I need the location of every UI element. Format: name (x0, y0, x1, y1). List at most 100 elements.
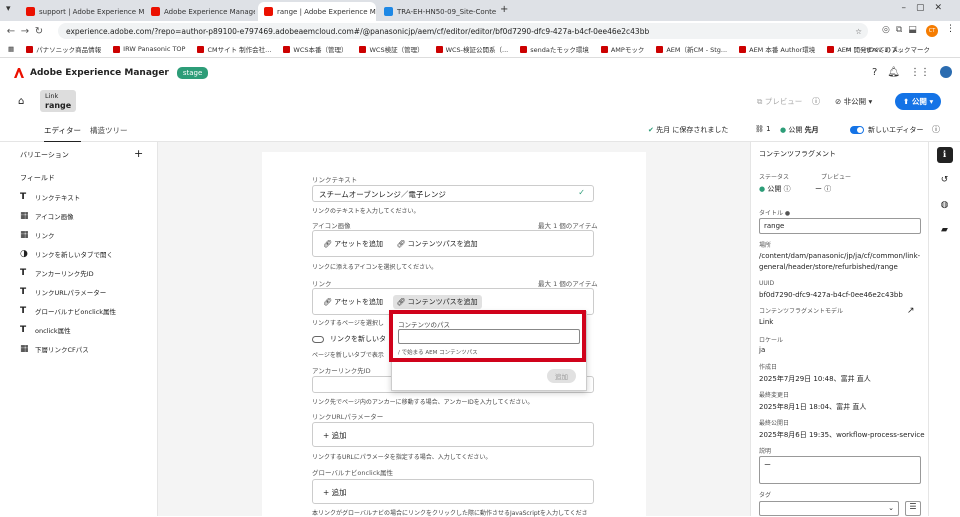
bookmark-item[interactable]: sendaたモック環境 (520, 44, 589, 54)
tab-editor[interactable]: エディター (44, 125, 81, 143)
title-label: タイトル ● (759, 210, 791, 217)
browser-tab-active[interactable]: range | Adobe Experience Man✕ (258, 2, 376, 21)
add-path-button[interactable]: 追加 (547, 369, 576, 383)
chevron-down-icon[interactable]: ⌄ (888, 504, 894, 512)
history-icon[interactable]: ↺ (937, 172, 953, 188)
browser-tab[interactable]: Adobe Experience Manager✕ (145, 2, 255, 21)
published-value: 2025年8月6日 19:35、workflow-process-service (759, 431, 925, 439)
new-editor-toggle[interactable]: 新しいエディター (850, 125, 924, 135)
field-list-item[interactable]: ◑ リンクを新しいタブで開く (20, 249, 158, 259)
field-list-item[interactable]: ▦ 下層リンクCFパス (20, 344, 158, 354)
publish-status-text: 公開 (788, 126, 803, 134)
field-list-item[interactable]: T リンクテキスト (20, 192, 158, 202)
add-onclick-button[interactable]: + 追加 (323, 487, 347, 498)
reload-icon[interactable]: ↻ (32, 26, 46, 37)
info-icon[interactable]: ⓘ (784, 185, 791, 193)
bookmark-label: sendaたモック環境 (530, 46, 589, 54)
globe-icon[interactable]: ◍ (937, 197, 953, 213)
valid-check-icon: ✓ (578, 188, 585, 197)
tab-structure-tree[interactable]: 構造ツリー (90, 125, 128, 136)
field-type-icon: T (20, 306, 27, 316)
bookmark-item[interactable]: AEM 本番 Author環境 (739, 44, 815, 54)
comments-icon[interactable]: ▰ (937, 222, 953, 238)
bookmark-item[interactable]: CMサイト 制作会社... (197, 44, 271, 54)
status-label: ステータス (759, 174, 790, 181)
env-badge: stage (176, 67, 209, 79)
field-list-item[interactable]: T アンカーリンク先ID (20, 268, 158, 278)
unpublish-button[interactable]: ⊘ 非公開 ▾ (835, 96, 872, 107)
field-label: リンクURLパラメーター (35, 289, 107, 297)
new-tab-toggle[interactable]: リンクを新しいタ (312, 334, 386, 344)
bookmark-label: WCS検証（管理） (369, 46, 424, 54)
bell-icon[interactable]: 🔔︎ (887, 67, 900, 78)
tags-browse-icon[interactable]: ☰ (905, 501, 921, 516)
field-list-item[interactable]: T リンクURLパラメーター (20, 287, 158, 297)
add-variation-icon[interactable]: + (134, 147, 143, 160)
link-text-input[interactable]: スチームオーブンレンジ／電子レンジ ✓ (312, 185, 594, 202)
add-content-path-button[interactable]: 🔗︎ コンテンツパスを追加 (392, 295, 482, 309)
field-list-item[interactable]: ▦ リンク (20, 230, 158, 240)
field-list-item[interactable]: Tonclick属性 (20, 325, 158, 335)
menu-icon[interactable]: ⋮ (946, 24, 955, 34)
address-bar[interactable]: experience.adobe.com/?repo=author-p89100… (58, 23, 868, 39)
bookmark-item[interactable]: WCS本番（管理） (283, 44, 347, 54)
tab-search-icon[interactable]: ▾ (6, 4, 11, 14)
bookmark-label: WCS本番（管理） (293, 46, 348, 54)
browser-tab[interactable]: TRA-EH-HN50-09_Site-Content✕ (378, 2, 496, 21)
new-tab-icon[interactable]: + (500, 4, 508, 15)
title-input[interactable]: range (759, 218, 921, 234)
field-type-icon: T (20, 287, 27, 297)
user-avatar[interactable] (940, 66, 952, 78)
preview-value: ー ⓘ (815, 184, 831, 194)
toggle-switch[interactable] (312, 335, 324, 343)
window-controls[interactable]: –▢✕ (901, 3, 952, 13)
toggle-switch[interactable] (850, 126, 864, 134)
add-content-path-button[interactable]: 🔗︎ コンテンツパスを追加 (393, 237, 482, 251)
bookmark-item[interactable]: WCS検証（管理） (359, 44, 424, 54)
url-param-label: リンクURLパラメーター (312, 413, 384, 421)
info-icon[interactable]: ⓘ (812, 96, 820, 107)
bookmark-item[interactable]: IRW Panasonic TOP (113, 45, 185, 53)
add-asset-button[interactable]: 🔗︎ アセットを追加 (319, 295, 387, 309)
info-icon[interactable]: ⓘ (932, 124, 940, 135)
publish-button[interactable]: ⬆ 公開 ▾ (895, 93, 942, 110)
add-param-button[interactable]: + 追加 (323, 430, 347, 441)
forward-icon[interactable]: → (18, 26, 32, 37)
field-type-icon: T (20, 192, 27, 202)
breadcrumb[interactable]: Link range (40, 90, 77, 112)
save-status: ✔ 先月 に保存されました (648, 125, 728, 135)
model-label: コンテンツフラグメントモデル (759, 308, 844, 315)
anchor-id-label: アンカーリンク先ID (312, 367, 371, 375)
back-icon[interactable]: ← (4, 26, 18, 37)
help-icon[interactable]: ? (872, 67, 877, 78)
profile-avatar[interactable]: CT (926, 25, 938, 37)
url-param-field: + 追加 (312, 422, 594, 447)
properties-info-icon[interactable]: ℹ (936, 147, 953, 163)
bookmark-item[interactable]: AMPモック (600, 44, 644, 54)
description-input[interactable]: ー (759, 456, 921, 484)
field-list-item[interactable]: ▦ アイコン画像 (20, 211, 158, 221)
apps-icon[interactable]: ▦ (8, 45, 14, 53)
bookmark-item[interactable]: AEM（新CM - Stg... (656, 44, 727, 54)
tab-label: Adobe Experience Manager (164, 7, 255, 16)
bookmark-favicon-icon (656, 45, 664, 53)
extension-icons[interactable]: ◎⧉⬓ (882, 25, 923, 35)
field-list-item[interactable]: T グローバルナビonclick属性 (20, 306, 158, 316)
home-icon[interactable]: ⌂ (18, 96, 24, 107)
field-type-icon: T (20, 268, 27, 278)
info-icon[interactable]: ⓘ (824, 185, 831, 193)
new-tab-help: ページを新しいタブで表示 (312, 352, 384, 359)
bookmark-item[interactable]: パナソニック商品情報 (26, 44, 101, 54)
bookmark-item[interactable]: WCS-検証公開系（... (435, 44, 508, 54)
open-model-icon[interactable]: ↗ (907, 306, 915, 316)
browser-tab[interactable]: support | Adobe Experience M✕ (20, 2, 145, 21)
references-count[interactable]: ⛓ 1 (755, 125, 771, 133)
add-label: 追加 (331, 488, 347, 497)
tags-input[interactable]: ⌄ (759, 501, 899, 516)
preview-button[interactable]: ⧉ プレビュー (757, 96, 802, 107)
bookmark-star-icon[interactable]: ☆ (855, 27, 862, 36)
published-label: 最終公開日 (759, 420, 790, 427)
app-switcher-icon[interactable]: ⋮⋮ (910, 67, 930, 78)
add-asset-button[interactable]: 🔗︎ アセットを追加 (319, 237, 387, 251)
all-bookmarks-button[interactable]: ▭ すべてのブックマーク (845, 44, 942, 54)
